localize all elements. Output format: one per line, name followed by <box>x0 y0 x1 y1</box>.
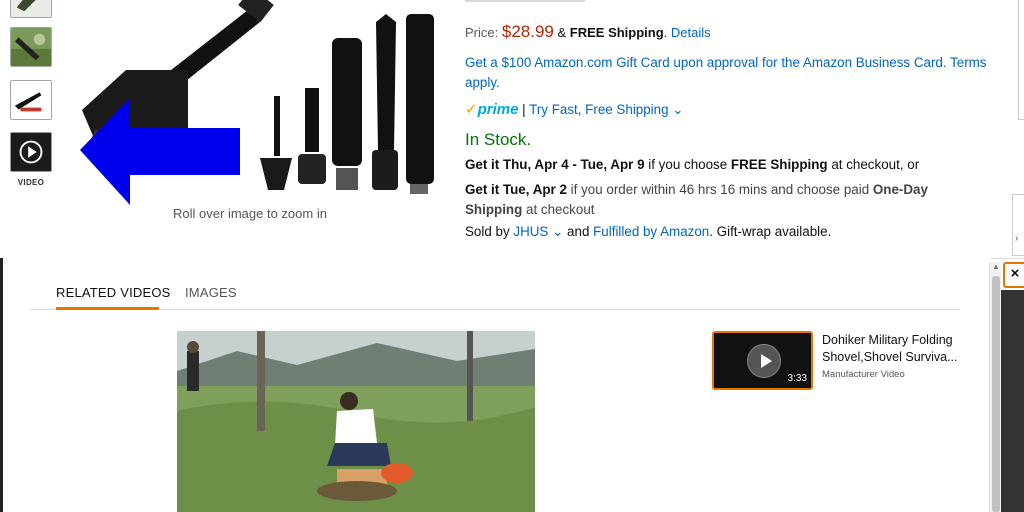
chevron-right-icon[interactable]: › <box>1015 233 1018 244</box>
thumbnail-video[interactable] <box>10 132 52 172</box>
zoom-hint: Roll over image to zoom in <box>173 206 327 221</box>
play-icon[interactable] <box>747 344 781 378</box>
delivery-option-2: Get it Tue, Apr 2 if you order within 46… <box>465 180 965 220</box>
related-video-source: Manufacturer Video <box>822 369 905 380</box>
fulfilled-by-amazon-link[interactable]: Fulfilled by Amazon <box>593 224 709 239</box>
product-image[interactable] <box>70 0 450 210</box>
lightbox-right-dark <box>1001 290 1024 512</box>
related-video-item[interactable]: 3:33 Dohiker Military Folding Shovel,Sho… <box>712 331 962 391</box>
lightbox-scrollbar[interactable]: ▲ <box>989 262 1001 512</box>
sold-by-row: Sold by JHUS ⌄ and Fulfilled by Amazon. … <box>465 224 831 240</box>
free-shipping-label: FREE Shipping <box>569 25 664 40</box>
delivery-option-1: Get it Thu, Apr 4 - Tue, Apr 9 if you ch… <box>465 157 919 172</box>
delivery1-middle: if you choose <box>644 157 731 172</box>
details-dot: . <box>663 25 668 40</box>
seller-chevron-icon[interactable]: ⌄ <box>552 224 563 239</box>
sold-by-prefix: Sold by <box>465 224 514 239</box>
prime-separator: | <box>522 102 526 117</box>
tool-pieces <box>260 14 434 194</box>
details-link[interactable]: Details <box>671 25 711 40</box>
prime-logo: prime <box>477 101 519 118</box>
prime-check-icon: ✓ <box>465 101 478 118</box>
delivery1-bold: FREE Shipping <box>730 157 828 172</box>
related-video-title[interactable]: Dohiker Military Folding Shovel,Shovel S… <box>822 332 972 366</box>
seller-link[interactable]: JHUS <box>513 224 548 239</box>
chevron-down-icon[interactable]: ⌄ <box>672 102 683 117</box>
thumbnail-shovel-garden[interactable] <box>10 27 52 67</box>
sold-by-suffix: . Gift-wrap available. <box>709 224 832 239</box>
gray-button[interactable] <box>465 0 585 2</box>
scroll-up-icon[interactable]: ▲ <box>992 262 1000 271</box>
thumbnail-shovel-kit[interactable] <box>10 80 52 120</box>
delivery1-date: Get it Thu, Apr 4 - Tue, Apr 9 <box>465 157 645 172</box>
sold-by-and: and <box>563 224 594 239</box>
close-button[interactable]: × <box>1003 262 1024 288</box>
lightbox-tabs: RELATED VIDEOS IMAGES <box>30 258 960 310</box>
delivery2-suffix: at checkout <box>522 202 595 217</box>
product-section: VIDEO Roll over image to zoom in Price: … <box>0 0 1024 258</box>
price-row: Price: $28.99 & FREE Shipping. Details <box>465 22 711 42</box>
try-prime-link[interactable]: Try Fast, Free Shipping <box>529 102 668 117</box>
video-label: VIDEO <box>17 178 45 187</box>
tab-images[interactable]: IMAGES <box>185 285 237 300</box>
delivery2-middle: if you order within 46 hrs 16 mins and c… <box>566 182 873 197</box>
thumbnail-shovel-top[interactable] <box>10 0 52 18</box>
scrollbar-thumb[interactable] <box>992 276 1000 512</box>
related-video-thumbnail[interactable]: 3:33 <box>712 331 813 390</box>
tab-related-videos[interactable]: RELATED VIDEOS <box>56 285 171 300</box>
video-duration: 3:33 <box>787 373 807 384</box>
delivery2-date: Get it Tue, Apr 2 <box>465 182 567 197</box>
prime-row: ✓prime | Try Fast, Free Shipping ⌄ <box>465 100 684 118</box>
price-value: $28.99 <box>501 22 554 41</box>
main-video-player[interactable] <box>177 331 535 512</box>
in-stock-status: In Stock. <box>465 130 532 149</box>
price-ampersand: & <box>557 25 567 40</box>
active-tab-indicator <box>56 307 159 310</box>
price-label: Price: <box>465 25 499 40</box>
side-scroll-box[interactable]: › <box>1012 194 1024 256</box>
gift-card-link[interactable]: Get a $100 Amazon.com Gift Card upon app… <box>465 53 995 93</box>
side-panel-edge <box>1018 0 1024 120</box>
delivery1-suffix: at checkout, or <box>827 157 920 172</box>
